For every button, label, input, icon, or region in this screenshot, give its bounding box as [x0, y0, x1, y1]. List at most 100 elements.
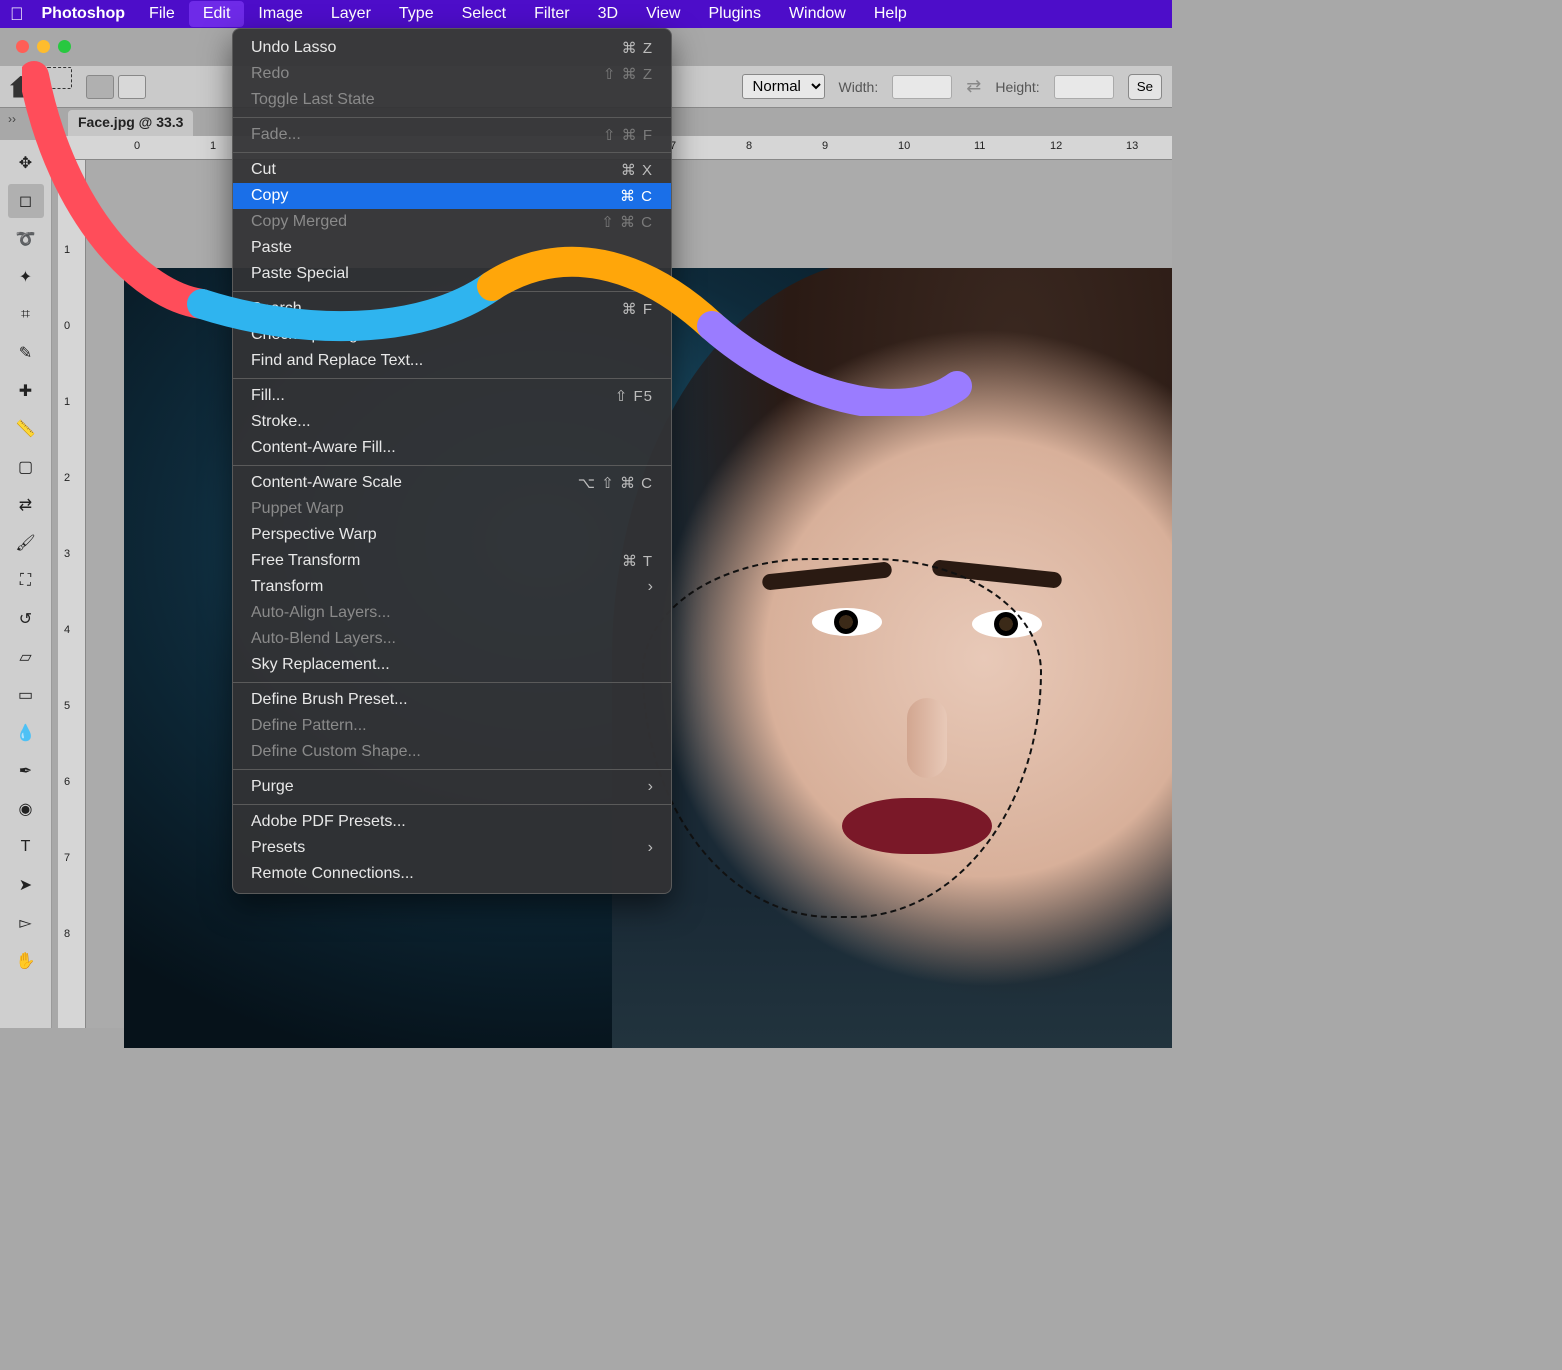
menu-image[interactable]: Image — [244, 1, 316, 27]
edit-menu-item[interactable]: Transform› — [233, 574, 671, 600]
menu-view[interactable]: View — [632, 1, 694, 27]
edit-menu-item[interactable]: Find and Replace Text... — [233, 348, 671, 374]
edit-menu-item[interactable]: Define Brush Preset... — [233, 682, 671, 713]
menu-edit[interactable]: Edit — [189, 1, 245, 27]
menu-item-label: Puppet Warp — [251, 500, 344, 518]
magic-wand-tool[interactable]: ✦ — [8, 260, 44, 294]
select-and-mask-button[interactable]: Se — [1128, 74, 1162, 100]
menu-item-label: Check Spelling... — [251, 326, 371, 344]
clone-stamp-tool[interactable]: ⛶ — [8, 564, 44, 598]
chevrons-icon[interactable]: ›› — [8, 112, 16, 126]
menu-shortcut: ⌘ Z — [622, 39, 653, 57]
menu-item-label: Paste — [251, 239, 292, 257]
eraser-tool[interactable]: ▱ — [8, 640, 44, 674]
edit-menu-item: Define Pattern... — [233, 713, 671, 739]
blur-tool[interactable]: 💧 — [8, 716, 44, 750]
swap-dimensions-icon[interactable]: ⇄ — [966, 76, 981, 97]
menu-item-label: Define Custom Shape... — [251, 743, 421, 761]
menu-3d[interactable]: 3D — [584, 1, 632, 27]
edit-menu-item[interactable]: Content-Aware Scale⌥ ⇧ ⌘ C — [233, 465, 671, 496]
direct-select-tool[interactable]: ▻ — [8, 906, 44, 940]
edit-menu-item[interactable]: Check Spelling... — [233, 322, 671, 348]
selection-add-button[interactable] — [118, 75, 146, 99]
menu-select[interactable]: Select — [448, 1, 520, 27]
document-tab[interactable]: Face.jpg @ 33.3 — [68, 110, 193, 136]
menu-shortcut: ⇧ F5 — [615, 387, 653, 405]
menu-item-label: Undo Lasso — [251, 39, 336, 57]
menu-item-label: Stroke... — [251, 413, 311, 431]
menu-type[interactable]: Type — [385, 1, 448, 27]
menu-item-label: Toggle Last State — [251, 91, 375, 109]
frame-tool[interactable]: ▢ — [8, 450, 44, 484]
menu-item-label: Cut — [251, 161, 276, 179]
tool-panel: ✥ ◻ ➰ ✦ ⌗ ✎ ✚ 📏 ▢ ⇄ 🖌 ⛶ ↺ ▱ ▭ 💧 ✒ ◉ T ➤ ▻ ✋ — [0, 140, 52, 1028]
edit-menu-item[interactable]: Free Transform⌘ T — [233, 548, 671, 574]
edit-menu-item[interactable]: Remote Connections... — [233, 861, 671, 887]
edit-menu-item[interactable]: Adobe PDF Presets... — [233, 804, 671, 835]
edit-menu-item[interactable]: Sky Replacement... — [233, 652, 671, 678]
menu-item-label: Copy — [251, 187, 288, 205]
close-window-button[interactable] — [16, 40, 29, 53]
edit-menu-item[interactable]: Purge › — [233, 769, 671, 800]
type-tool[interactable]: T — [8, 830, 44, 864]
pen-tool[interactable]: ✒ — [8, 754, 44, 788]
height-label: Height: — [995, 79, 1039, 95]
menu-layer[interactable]: Layer — [317, 1, 385, 27]
submenu-arrow-icon: › — [648, 778, 653, 796]
selection-preset[interactable]: ▾ — [46, 67, 72, 106]
healing-brush-tool[interactable]: ✚ — [8, 374, 44, 408]
style-select[interactable]: Normal — [742, 74, 825, 99]
edit-menu-item[interactable]: Cut⌘ X — [233, 152, 671, 183]
app-name: Photoshop — [32, 1, 136, 27]
menu-filter[interactable]: Filter — [520, 1, 584, 27]
edit-menu-item[interactable]: Content-Aware Fill... — [233, 435, 671, 461]
edit-menu-item: Define Custom Shape... — [233, 739, 671, 765]
menu-item-label: Presets — [251, 839, 305, 857]
measure-tool[interactable]: 📏 — [8, 412, 44, 446]
submenu-arrow-icon: › — [648, 839, 653, 857]
menu-shortcut: ⌘ T — [622, 552, 653, 570]
history-brush-tool[interactable]: ↺ — [8, 602, 44, 636]
edit-menu-item: Copy Merged⇧ ⌘ C — [233, 209, 671, 235]
eyedropper-tool[interactable]: ✎ — [8, 336, 44, 370]
menu-shortcut: ⌥ ⇧ ⌘ C — [578, 474, 653, 492]
selection-new-button[interactable] — [86, 75, 114, 99]
swap-tool[interactable]: ⇄ — [8, 488, 44, 522]
height-input[interactable] — [1054, 75, 1114, 99]
menu-help[interactable]: Help — [860, 1, 921, 27]
edit-menu-item[interactable]: Search⌘ F — [233, 291, 671, 322]
edit-menu-item[interactable]: Fill... ⇧ F5 — [233, 378, 671, 409]
gradient-tool[interactable]: ▭ — [8, 678, 44, 712]
marquee-tool[interactable]: ◻ — [8, 184, 44, 218]
edit-menu-item[interactable]: Stroke... — [233, 409, 671, 435]
menu-item-label: Remote Connections... — [251, 865, 414, 883]
edit-menu-item[interactable]: Copy⌘ C — [233, 183, 671, 209]
menu-file[interactable]: File — [135, 1, 189, 27]
spiral-tool[interactable]: ◉ — [8, 792, 44, 826]
edit-menu-item[interactable]: Perspective Warp — [233, 522, 671, 548]
menu-plugins[interactable]: Plugins — [694, 1, 774, 27]
brush-tool[interactable]: 🖌 — [8, 526, 44, 560]
menu-item-label: Copy Merged — [251, 213, 347, 231]
width-input[interactable] — [892, 75, 952, 99]
menu-window[interactable]: Window — [775, 1, 860, 27]
zoom-window-button[interactable] — [58, 40, 71, 53]
menu-item-label: Find and Replace Text... — [251, 352, 423, 370]
edit-menu-item[interactable]: Undo Lasso ⌘ Z — [233, 35, 671, 61]
edit-menu-item: Auto-Align Layers... — [233, 600, 671, 626]
path-select-tool[interactable]: ➤ — [8, 868, 44, 902]
home-icon[interactable] — [10, 76, 32, 98]
crop-tool[interactable]: ⌗ — [8, 298, 44, 332]
menu-item-label: Auto-Blend Layers... — [251, 630, 396, 648]
edit-menu-item[interactable]: Paste Special› — [233, 261, 671, 287]
menu-item-label: Fill... — [251, 387, 285, 405]
menu-item-label: Purge — [251, 778, 294, 796]
edit-menu-item[interactable]: Paste — [233, 235, 671, 261]
menu-item-label: Sky Replacement... — [251, 656, 390, 674]
apple-icon[interactable]:  — [10, 4, 24, 25]
minimize-window-button[interactable] — [37, 40, 50, 53]
move-tool[interactable]: ✥ — [8, 146, 44, 180]
lasso-tool[interactable]: ➰ — [8, 222, 44, 256]
hand-tool[interactable]: ✋ — [8, 944, 44, 978]
edit-menu-item[interactable]: Presets › — [233, 835, 671, 861]
